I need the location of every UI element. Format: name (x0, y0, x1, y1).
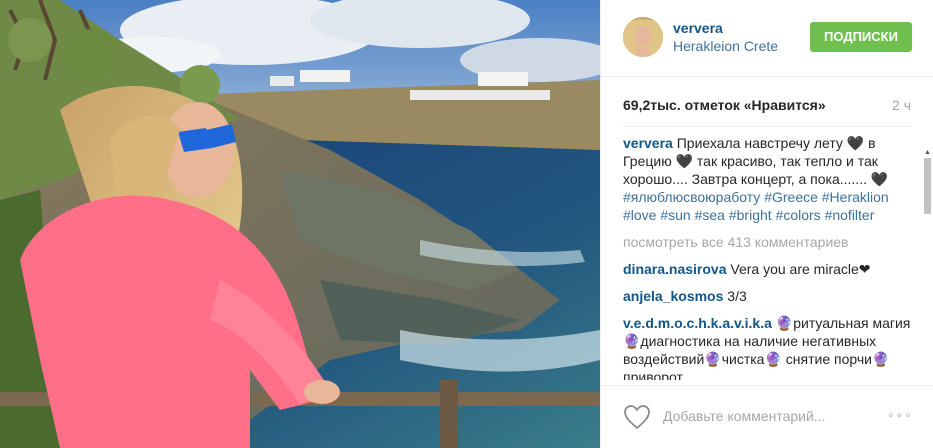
post-sidebar: ververa Herakleion Crete ПОДПИСКИ 69,2ты… (600, 0, 933, 448)
divider (623, 126, 912, 127)
comments-scrollbar[interactable]: ▲ (923, 148, 932, 382)
comment-text: 3/3 (727, 288, 747, 304)
view-all-comments-link[interactable]: посмотреть все 413 комментариев (623, 233, 917, 251)
more-options-icon[interactable]: ∘∘∘ (887, 408, 913, 422)
caption-username[interactable]: ververa (623, 135, 673, 151)
comment-item: v.e.d.m.o.c.h.k.a.v.i.k.a 🔮ритуальная ма… (623, 314, 917, 380)
post-header: ververa Herakleion Crete ПОДПИСКИ (601, 0, 933, 77)
avatar[interactable] (623, 17, 663, 57)
comment-username[interactable]: dinara.nasirova (623, 261, 727, 277)
comment-item: dinara.nasirova Vera you are miracle❤ (623, 260, 917, 278)
location-link[interactable]: Herakleion Crete (673, 38, 778, 54)
add-comment-input[interactable]: Добавьте комментарий... (663, 408, 825, 424)
post-footer: Добавьте комментарий... ∘∘∘ (601, 385, 933, 448)
comment-item: anjela_kosmos 3/3 (623, 287, 917, 305)
comment-username[interactable]: anjela_kosmos (623, 288, 723, 304)
avatar-image (623, 17, 663, 57)
photo-scene (0, 0, 600, 448)
scrollbar-thumb[interactable] (924, 158, 931, 214)
likes-count[interactable]: 69,2тыс. отметок «Нравится» (623, 97, 826, 113)
heart-icon[interactable] (623, 404, 651, 430)
comment-text: Vera you are miracle❤ (730, 261, 871, 277)
comment-username[interactable]: v.e.d.m.o.c.h.k.a.v.i.k.a (623, 315, 772, 331)
caption-hashtags[interactable]: #ялюблюсвоюработу #Greece #Heraklion #lo… (623, 189, 889, 223)
scroll-up-icon[interactable]: ▲ (923, 148, 932, 157)
post-photo[interactable] (0, 0, 600, 448)
username-link[interactable]: ververa (673, 20, 723, 36)
follow-button[interactable]: ПОДПИСКИ (810, 22, 912, 52)
post-time[interactable]: 2 ч (892, 97, 911, 113)
comments-list: ververa Приехала навстречу лету 🖤 в Грец… (623, 134, 917, 380)
caption: ververa Приехала навстречу лету 🖤 в Грец… (623, 134, 917, 224)
instagram-post: ververa Herakleion Crete ПОДПИСКИ 69,2ты… (0, 0, 933, 448)
